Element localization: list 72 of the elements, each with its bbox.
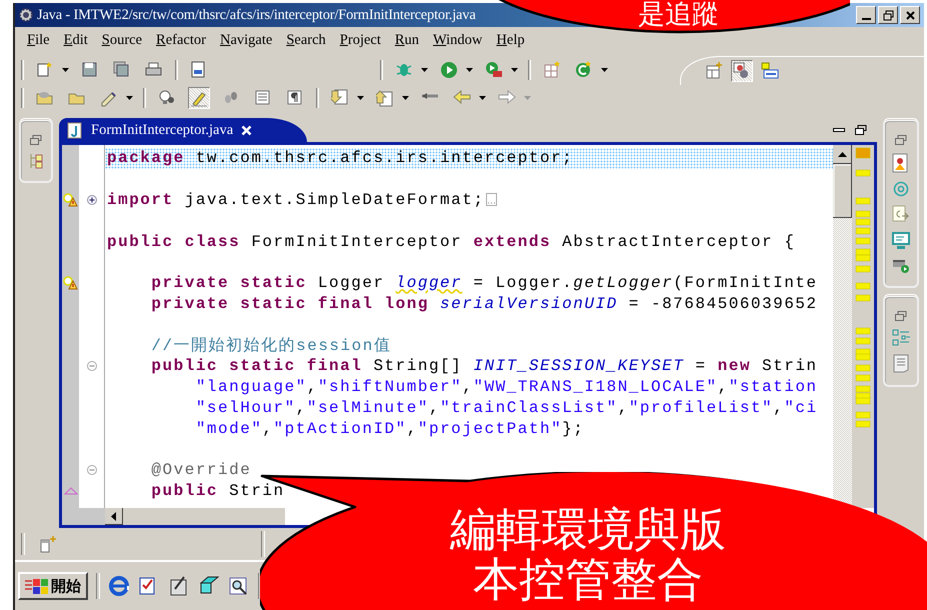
menu-item[interactable]: File (21, 32, 58, 48)
menu-item[interactable]: Help (490, 32, 533, 48)
code-line: "mode","ptActionID","projectPath"}; (194, 418, 584, 439)
code-line: private static final long serialVersionUID = -87684506039652 (150, 294, 818, 314)
code-line: package tw.com.thsrc.afcs.irs.interceptor; (107, 148, 574, 168)
page-person-icon[interactable] (892, 153, 910, 173)
maximize-button[interactable] (878, 6, 898, 24)
flag-icon (25, 577, 49, 595)
horizontal-scrollbar[interactable] (105, 508, 285, 525)
menu-item[interactable]: Edit (58, 32, 96, 48)
bug-window-icon[interactable] (731, 60, 753, 82)
menu-item[interactable]: Search (280, 32, 334, 48)
menu-item[interactable]: Window (427, 32, 490, 48)
start-button[interactable]: 開始 (18, 572, 88, 600)
highlighter-icon[interactable] (188, 87, 210, 109)
expand-icon[interactable] (86, 194, 96, 205)
monitor-icon[interactable] (892, 232, 910, 250)
vertical-scrollbar[interactable] (833, 145, 852, 508)
window-title: Java - IMTWE2/src/tw/com/thsrc/afcs/irs/interceptor/FormInitInterceptor.java (37, 6, 476, 24)
code-line: public Strin (150, 481, 285, 502)
code-line: "language","shiftNumber","WW_TRANS_I18N_LOCALE","station (194, 377, 818, 398)
console-play-icon[interactable] (892, 258, 910, 274)
caret-icon[interactable] (511, 68, 518, 72)
restore-icon[interactable] (895, 135, 907, 145)
code-line: public static final String[] INIT_SESSION_KEYSET = new Strin (150, 356, 818, 376)
repository-icon[interactable] (759, 60, 781, 82)
page-arrow-icon[interactable] (892, 205, 910, 224)
caret-icon[interactable] (479, 96, 486, 100)
code-line: @Override (150, 460, 252, 480)
close-icon[interactable] (241, 124, 252, 136)
restore-icon[interactable] (30, 135, 42, 145)
code-line: private static Logger logger = Logger.getLogger(FormInitInte (150, 273, 818, 294)
code-line: import java.text.SimpleDateFormat; (107, 190, 484, 210)
menu-item[interactable]: Source (96, 32, 150, 48)
java-file-icon (67, 122, 83, 138)
fast-view-icon[interactable] (39, 535, 57, 553)
close-button[interactable] (900, 6, 920, 24)
scroll-left-button[interactable] (105, 508, 123, 525)
caret-icon[interactable] (62, 68, 69, 72)
caret-icon[interactable] (466, 68, 473, 72)
caret-icon[interactable] (357, 96, 364, 100)
close-icon (904, 8, 916, 22)
menu-item[interactable]: Run (388, 32, 428, 48)
maximize-icon (882, 8, 894, 22)
code-line: //一開始初始化的session值 (150, 336, 392, 356)
caret-icon[interactable] (126, 96, 133, 100)
editor-tab[interactable]: FormInitInterceptor.java (59, 118, 307, 142)
menu-item[interactable]: Navigate (214, 32, 280, 48)
minimize-icon[interactable] (833, 126, 845, 134)
scrollbar-thumb[interactable] (833, 164, 852, 218)
menu-item[interactable]: Refactor (150, 32, 214, 48)
gear-icon (18, 7, 34, 23)
callout-text: 編輯環境與版 本控管整合 (450, 504, 726, 604)
tree-icon[interactable] (29, 153, 43, 169)
minimize-button[interactable] (856, 6, 876, 24)
code-line: public class FormInitInterceptor extends AbstractInterceptor { (107, 232, 796, 252)
restore-icon[interactable] (895, 311, 907, 321)
maximize-icon[interactable] (855, 125, 867, 135)
scroll-up-button[interactable] (833, 145, 852, 164)
caret-icon[interactable] (402, 96, 409, 100)
menu-item[interactable]: Project (334, 32, 389, 48)
document-icon[interactable] (893, 354, 909, 373)
caret-icon[interactable] (601, 68, 608, 72)
code-line: "selHour","selMinute","trainClassList","profileList","ci (194, 398, 818, 418)
callout-text: 是追蹤 (638, 0, 719, 30)
browser-icon[interactable] (108, 575, 130, 597)
minimize-icon (862, 18, 870, 20)
scrollbar-corner (62, 508, 105, 525)
collapse-icon[interactable] (86, 361, 96, 372)
collapse-icon[interactable] (86, 465, 96, 476)
caret-icon[interactable] (421, 68, 428, 72)
play-icon[interactable] (438, 59, 460, 81)
